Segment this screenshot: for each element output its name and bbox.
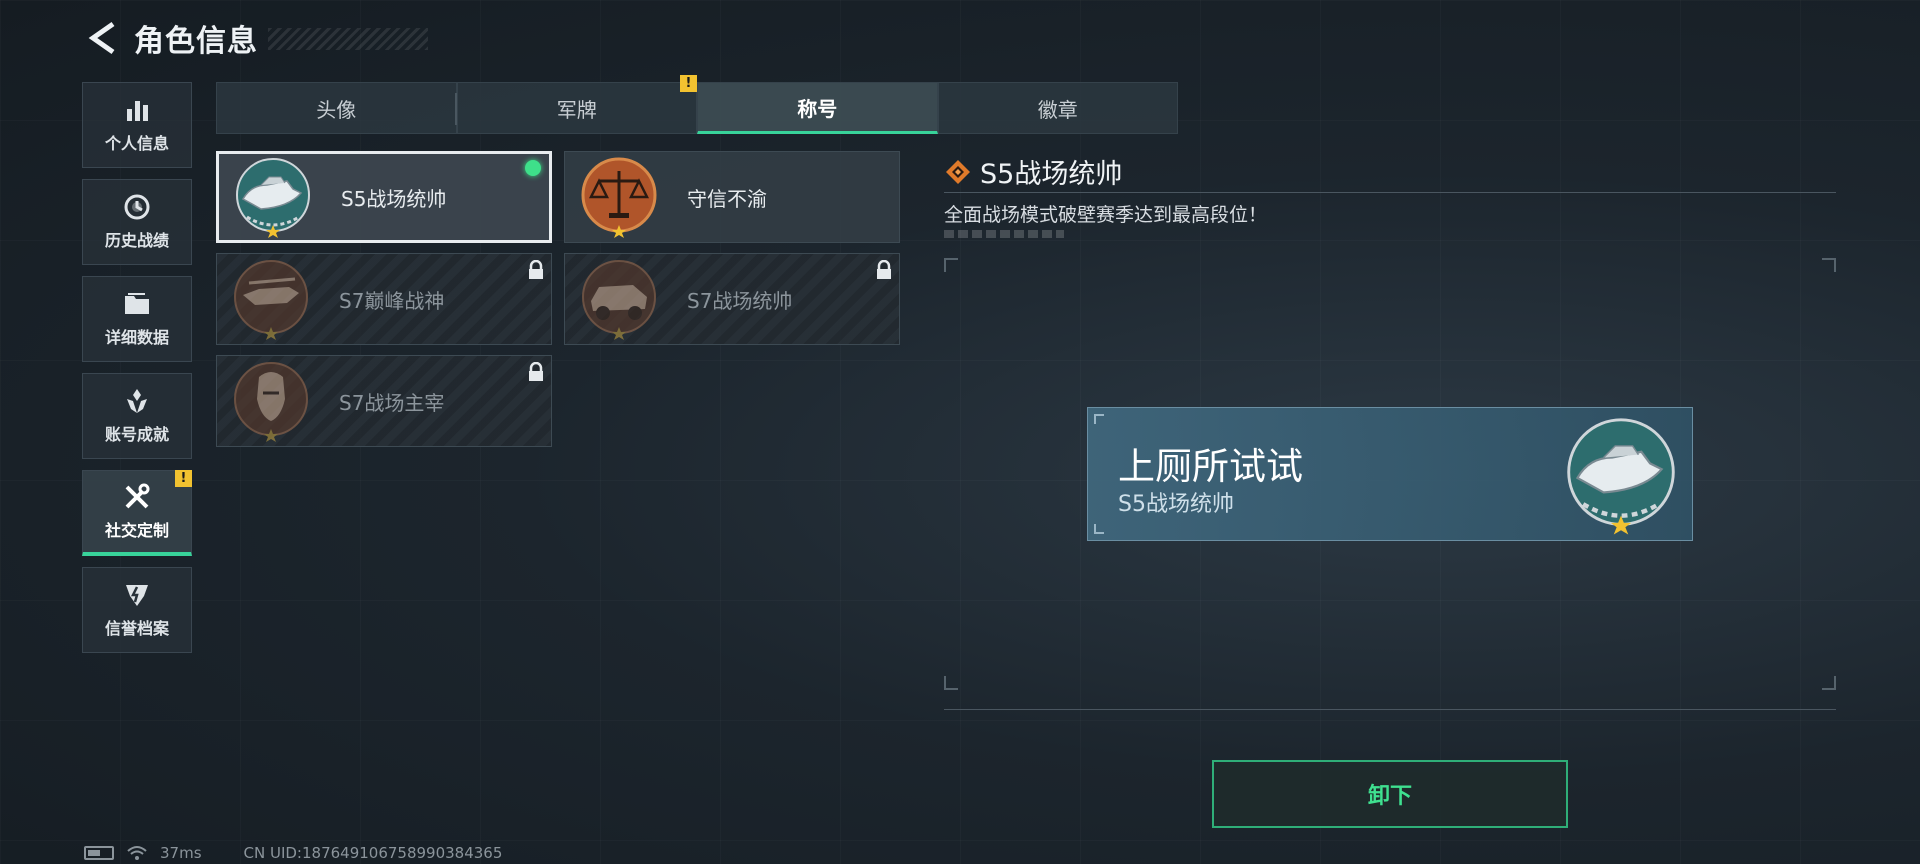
gunship-badge-icon [234,260,308,340]
lock-icon [529,362,543,381]
detail-divider [944,192,1836,193]
warning-badge: ! [175,470,192,487]
battery-icon [84,846,114,860]
warning-badge: ! [680,75,697,92]
equipped-indicator [525,160,541,176]
back-arrow-icon [88,21,115,55]
sidebar: 个人信息 历史战绩 详细数据 账号成就 ! 社交定制 信誉档案 [82,82,192,664]
sidebar-item-social-customization[interactable]: ! 社交定制 [82,470,192,556]
sidebar-item-label: 账号成就 [104,425,169,444]
preview-frame-corner [1822,258,1836,272]
sidebar-item-detailed-data[interactable]: 详细数据 [82,276,192,362]
tab-badge[interactable]: 徽章 [937,82,1178,134]
player-title: S5战场统帅 [1118,492,1234,517]
tab-label: 徽章 [1037,97,1078,122]
title-name: S7巅峰战神 [339,288,445,313]
sidebar-item-reputation[interactable]: 信誉档案 [82,567,192,653]
detail-title-name: S5战场统帅 [980,159,1123,190]
tab-label: 头像 [316,97,357,122]
tab-label: 军牌 [556,97,597,122]
tab-bar: 头像 军牌 ! 称号 徽章 [216,75,1178,134]
sidebar-item-history[interactable]: 历史战绩 [82,179,192,265]
user-uid: CN UID:187649106758990384365 [243,844,503,862]
player-name: 上厕所试试 [1118,445,1303,488]
speedboat-badge-icon [1567,418,1675,535]
folder-icon [123,290,151,318]
title-name: 守信不渝 [687,186,767,211]
achievement-icon [123,387,151,415]
lock-icon [529,260,543,279]
preview-bottom-line [944,709,1836,710]
title-name: S7战场统帅 [687,288,793,313]
detail-decoration [944,230,1064,238]
tab-avatar[interactable]: 头像 [216,82,457,134]
sidebar-item-achievements[interactable]: 账号成就 [82,373,192,459]
scales-badge-icon [581,157,657,238]
diamond-icon [946,159,970,184]
title-card-s7-war-god[interactable]: S7巅峰战神 [216,253,552,345]
tab-dog-tag[interactable]: 军牌 ! [456,75,697,134]
tab-title[interactable]: 称号 [697,82,938,134]
title-name: S5战场统帅 [341,186,447,211]
plate-corner [1094,524,1104,534]
title-name: S7战场主宰 [339,390,445,415]
sidebar-item-label: 信誉档案 [104,619,169,638]
preview-frame-corner [1822,676,1836,690]
plate-corner [1094,414,1104,424]
title-grid: S5战场统帅 守信不渝 S7巅峰战神 S7战场统帅 S7战场主宰 [216,151,902,447]
title-card-s7-dominator[interactable]: S7战场主宰 [216,355,552,447]
title-card-s7-commander[interactable]: S7战场统帅 [564,253,900,345]
wifi-icon [127,846,147,860]
unequip-button[interactable]: 卸下 [1212,760,1568,828]
tools-icon [123,483,151,511]
nameplate-preview: 上厕所试试 S5战场统帅 [1087,407,1693,541]
speedboat-badge-icon [236,158,310,238]
ping-value: 37ms [160,844,202,862]
preview-frame-corner [944,258,958,272]
armored-vehicle-badge-icon [582,260,656,340]
tab-label: 称号 [797,96,838,121]
sidebar-item-label: 历史战绩 [104,231,169,250]
lock-icon [877,260,891,279]
sidebar-item-label: 详细数据 [104,328,169,347]
status-bar: 37ms CN UID:187649106758990384365 [84,844,502,862]
clock-history-icon [123,193,151,221]
detail-header: S5战场统帅 [944,152,1122,191]
page-header: 角色信息 [84,18,258,59]
sidebar-item-label: 个人信息 [104,134,169,153]
back-button[interactable] [84,20,120,56]
bar-chart-icon [123,96,151,124]
sidebar-item-label: 社交定制 [104,520,169,540]
shield-emblem-icon [123,581,151,609]
page-title: 角色信息 [134,24,258,59]
sidebar-item-personal-info[interactable]: 个人信息 [82,82,192,168]
title-decoration [268,28,428,50]
detail-description: 全面战场模式破壁赛季达到最高段位！ [944,204,1268,226]
title-card-s5-commander[interactable]: S5战场统帅 [216,151,552,243]
title-card-trustworthy[interactable]: 守信不渝 [564,151,900,243]
soldier-badge-icon [234,362,308,442]
preview-frame-corner [944,676,958,690]
